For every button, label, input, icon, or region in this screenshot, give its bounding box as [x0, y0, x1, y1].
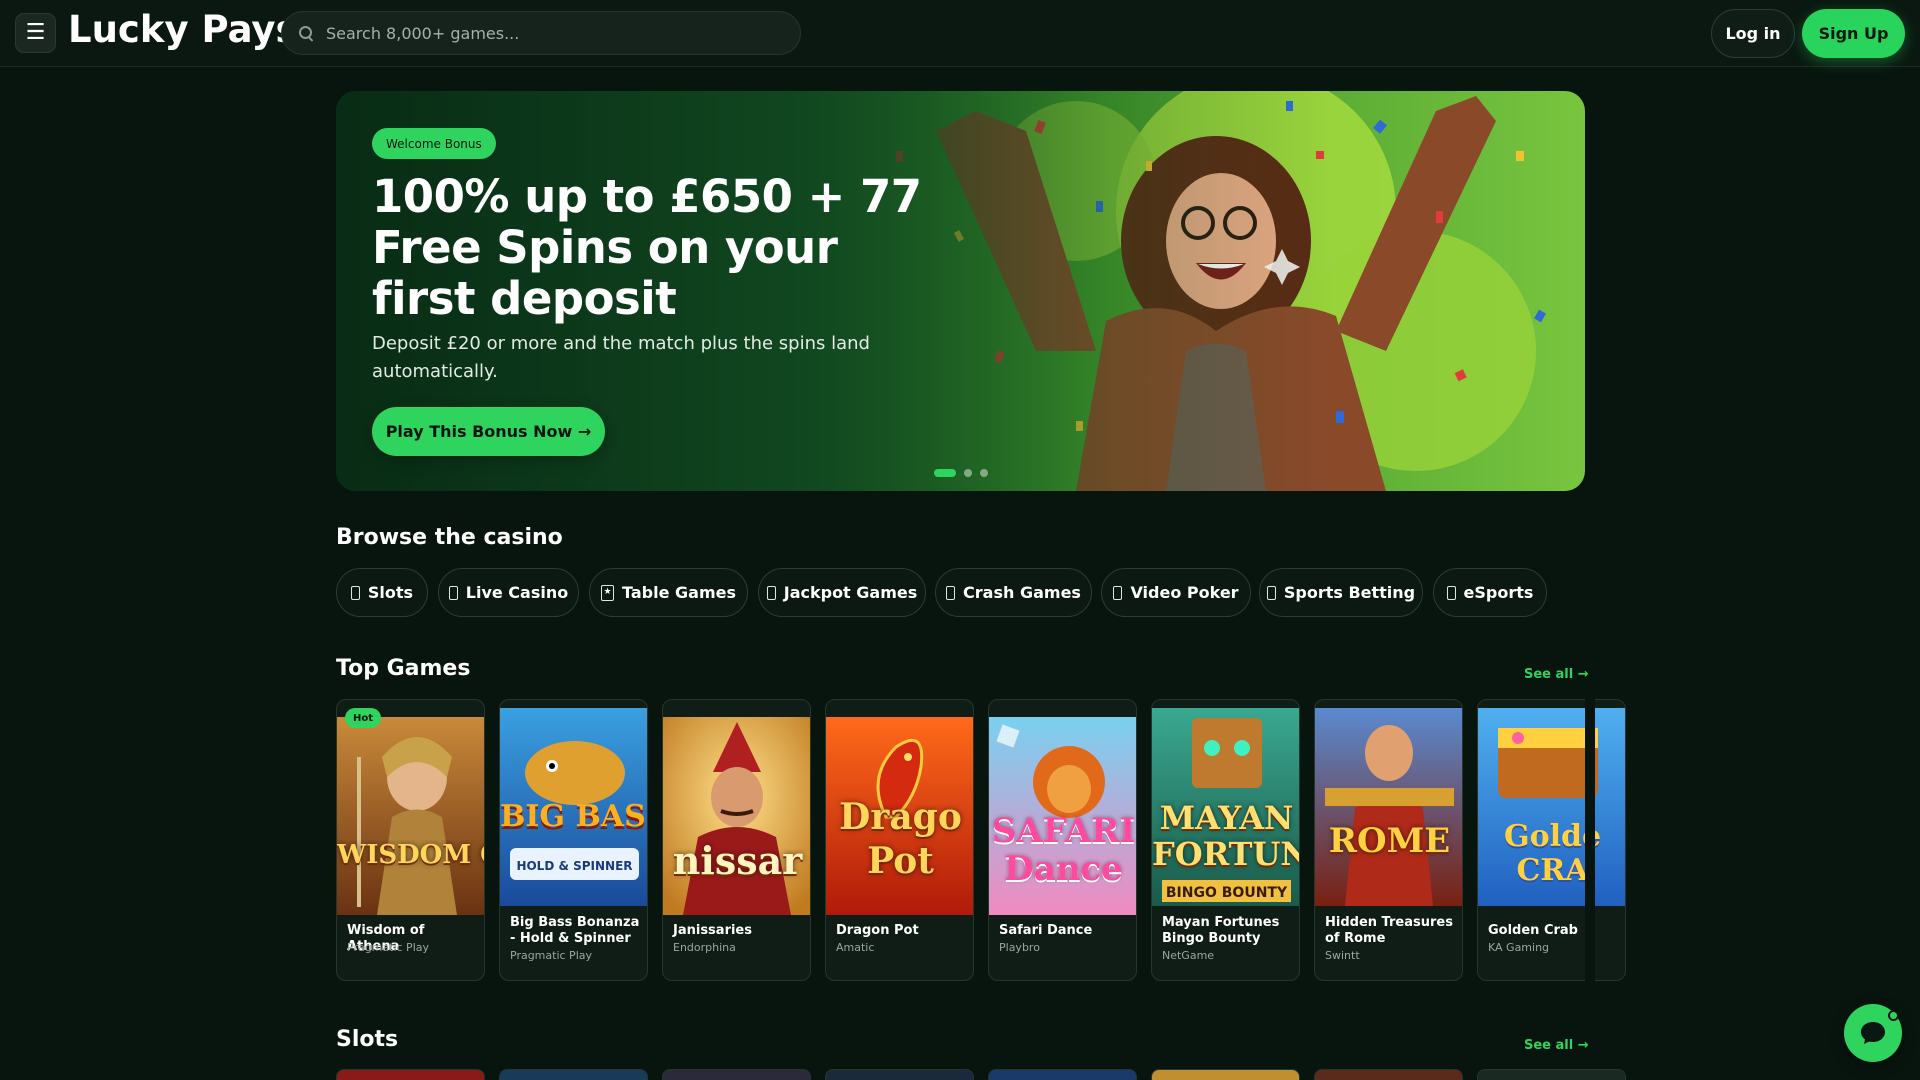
svg-text:BINGO BOUNTY: BINGO BOUNTY [1166, 885, 1288, 901]
play-bonus-button[interactable]: Play This Bonus Now → [372, 407, 605, 456]
login-button[interactable]: Log in [1711, 9, 1795, 58]
hamburger-icon: ☰ [25, 20, 46, 45]
game-provider: Pragmatic Play [510, 949, 592, 962]
category-label: Video Poker [1130, 583, 1239, 602]
game-art-title: SAFARI Dance [991, 812, 1136, 888]
category-video-poker[interactable]: Video Poker [1101, 568, 1251, 617]
game-art-title: BIG BASS [500, 800, 647, 834]
category-label: Sports Betting [1283, 583, 1416, 602]
category-sports-betting[interactable]: Sports Betting [1259, 568, 1423, 617]
game-art-title: Drago Pot [839, 796, 962, 882]
game-name: Janissaries [673, 923, 752, 938]
category-live-casino[interactable]: Live Casino [438, 568, 579, 617]
category-esports[interactable]: eSports [1433, 568, 1547, 617]
carousel-dots [934, 469, 988, 477]
game-provider: Endorphina [673, 941, 736, 954]
game-provider: Amatic [836, 941, 875, 954]
chat-online-indicator [1888, 1010, 1899, 1021]
carousel-dot-2[interactable] [964, 469, 972, 477]
game-name: Hidden Treasures of Rome [1325, 915, 1453, 946]
game-thumbnail [663, 717, 810, 915]
search-icon [298, 25, 314, 41]
game-art-title: Golde CRA [1503, 820, 1602, 888]
slots-see-all-link[interactable]: See all → [1524, 1038, 1589, 1053]
hero-banner[interactable]: Welcome Bonus 100% up to £650 + 77 Free … [336, 91, 1585, 491]
game-card-dragon-pot[interactable]: Drago Pot Dragon Pot Amatic [825, 699, 974, 981]
game-art-title: MAYAN FORTUNES [1152, 800, 1299, 872]
carousel-dot-3[interactable] [980, 469, 988, 477]
game-provider: KA Gaming [1488, 941, 1550, 954]
game-card[interactable] [336, 1069, 485, 1080]
slots-section-title: Slots [336, 1027, 399, 1052]
hot-badge: Hot [345, 708, 382, 728]
site-logo[interactable]: Lucky Pays [68, 8, 298, 51]
game-art-title: WISDOM OF ATHENA [337, 840, 484, 870]
ball-icon [1266, 585, 1276, 600]
game-card[interactable] [988, 1069, 1137, 1080]
game-art-title: ROME [1328, 822, 1451, 860]
slots-game-row [336, 1069, 1626, 1080]
game-name: Big Bass Bonanza - Hold & Spinner [510, 915, 640, 946]
category-slots[interactable]: Slots [336, 568, 428, 617]
category-label: Crash Games [963, 583, 1081, 602]
poker-icon [1113, 585, 1123, 600]
category-crash-games[interactable]: Crash Games [935, 568, 1092, 617]
game-card-big-bass-bonanza[interactable]: HOLD & SPINNER BIG BASS Big Bass Bonanza… [499, 699, 648, 981]
game-name: Safari Dance [999, 923, 1093, 938]
game-name: Dragon Pot [836, 923, 919, 938]
top-games-title: Top Games [336, 656, 471, 681]
category-table-games[interactable]: ★ Table Games [589, 568, 748, 617]
category-label: Live Casino [465, 583, 569, 602]
category-label: eSports [1463, 583, 1534, 602]
slot-icon [350, 585, 360, 600]
live-icon [448, 585, 458, 600]
game-card-wisdom-of-athena[interactable]: WISDOM OF ATHENA Hot Wisdom of Athena Pr… [336, 699, 485, 981]
game-card-golden-crab[interactable]: Golde CRA Golden Crab KA Gaming [1477, 699, 1626, 981]
chat-icon [1861, 1022, 1885, 1044]
card-icon: ★ [601, 584, 614, 601]
category-jackpot-games[interactable]: Jackpot Games [758, 568, 926, 617]
jackpot-icon [766, 585, 776, 600]
game-thumbnail [1315, 708, 1462, 906]
game-provider: NetGame [1162, 949, 1215, 962]
game-provider: Swintt [1325, 949, 1360, 962]
game-card[interactable] [1314, 1069, 1463, 1080]
game-art-title: nissar [672, 840, 803, 882]
top-games-see-all-link[interactable]: See all → [1524, 667, 1589, 682]
search-box[interactable] [281, 11, 801, 55]
game-provider: Pragmatic Play [347, 941, 429, 954]
search-input[interactable] [326, 23, 766, 43]
carousel-edge-mask [1585, 690, 1595, 990]
welcome-bonus-badge: Welcome Bonus [372, 128, 496, 159]
svg-text:HOLD & SPINNER: HOLD & SPINNER [516, 859, 632, 873]
browse-section-title: Browse the casino [336, 525, 563, 550]
category-label: Table Games [622, 583, 736, 602]
game-name: Golden Crab [1488, 923, 1578, 938]
game-card-janissaries[interactable]: nissar Janissaries Endorphina [662, 699, 811, 981]
game-card[interactable] [662, 1069, 811, 1080]
category-label: Jackpot Games [783, 583, 918, 602]
game-card[interactable] [1151, 1069, 1300, 1080]
game-name: Mayan Fortunes Bingo Bounty [1162, 915, 1280, 946]
rocket-icon [946, 585, 956, 600]
category-label: Slots [367, 583, 414, 602]
game-card[interactable] [1477, 1069, 1626, 1080]
game-card[interactable] [825, 1069, 974, 1080]
signup-button[interactable]: Sign Up [1802, 9, 1905, 58]
hero-title: 100% up to £650 + 77 Free Spins on your … [372, 170, 922, 325]
menu-button[interactable]: ☰ [15, 13, 56, 53]
live-chat-button[interactable] [1844, 1004, 1902, 1062]
gamepad-icon [1446, 585, 1456, 600]
game-card[interactable] [499, 1069, 648, 1080]
game-card-mayan-fortunes[interactable]: BINGO BOUNTY MAYAN FORTUNES Mayan Fortun… [1151, 699, 1300, 981]
hero-subtitle: Deposit £20 or more and the match plus t… [372, 333, 870, 382]
game-thumbnail [337, 717, 484, 915]
top-navigation-bar: ☰ Lucky Pays Log in Sign Up [0, 0, 1920, 67]
game-card-safari-dance[interactable]: SAFARI Dance Safari Dance Playbro [988, 699, 1137, 981]
game-provider: Playbro [999, 941, 1040, 954]
carousel-dot-1[interactable] [934, 469, 956, 477]
game-card-hidden-treasures-of-rome[interactable]: ROME Hidden Treasures of Rome Swintt [1314, 699, 1463, 981]
